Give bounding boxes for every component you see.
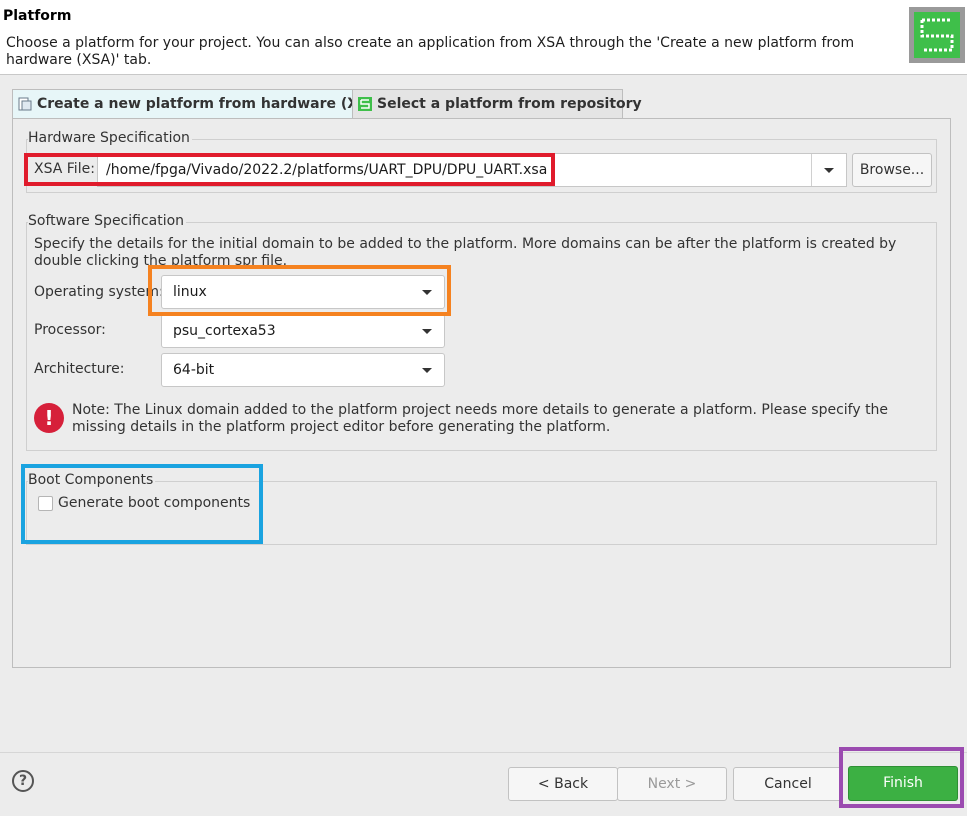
operating-system-label: Operating system: xyxy=(34,284,164,300)
software-spec-title: Software Specification xyxy=(28,213,187,229)
highlight-box-boot xyxy=(21,464,263,544)
processor-value: psu_cortexa53 xyxy=(173,323,276,339)
help-icon[interactable]: ? xyxy=(12,770,34,792)
repository-icon xyxy=(358,97,372,111)
error-icon: ! xyxy=(34,403,64,433)
highlight-box-finish xyxy=(839,747,964,808)
page-description: Choose a platform for your project. You … xyxy=(6,35,855,68)
tab-select-from-repository[interactable]: Select a platform from repository xyxy=(352,89,642,119)
linux-domain-note: Note: The Linux domain added to the plat… xyxy=(72,402,889,435)
chevron-down-icon xyxy=(422,368,432,373)
header-separator xyxy=(0,74,967,75)
xsa-dropdown-button[interactable] xyxy=(811,154,846,186)
processor-label: Processor: xyxy=(34,322,106,338)
architecture-select[interactable]: 64-bit xyxy=(161,353,445,387)
page-title: Platform xyxy=(3,8,72,24)
architecture-value: 64-bit xyxy=(173,362,215,378)
chevron-down-icon xyxy=(422,329,432,334)
highlight-box-xsa xyxy=(24,153,555,186)
tab-label: Create a new platform from hardware (XSA… xyxy=(37,96,386,112)
tab-label: Select a platform from repository xyxy=(377,96,642,112)
footer-separator xyxy=(0,752,967,753)
architecture-label: Architecture: xyxy=(34,361,125,377)
hardware-spec-title: Hardware Specification xyxy=(28,130,192,146)
wizard-header: Platform Choose a platform for your proj… xyxy=(0,0,967,74)
next-button[interactable]: Next > xyxy=(617,767,727,801)
platform-wizard-icon xyxy=(909,7,965,63)
tab-create-from-hardware[interactable]: Create a new platform from hardware (XSA… xyxy=(12,89,385,120)
cancel-button[interactable]: Cancel xyxy=(733,767,843,801)
highlight-box-os xyxy=(148,265,451,316)
back-button[interactable]: < Back xyxy=(508,767,618,801)
processor-select[interactable]: psu_cortexa53 xyxy=(161,314,445,348)
hardware-icon xyxy=(18,97,32,111)
browse-button[interactable]: Browse... xyxy=(852,153,932,187)
chevron-down-icon xyxy=(824,168,834,173)
